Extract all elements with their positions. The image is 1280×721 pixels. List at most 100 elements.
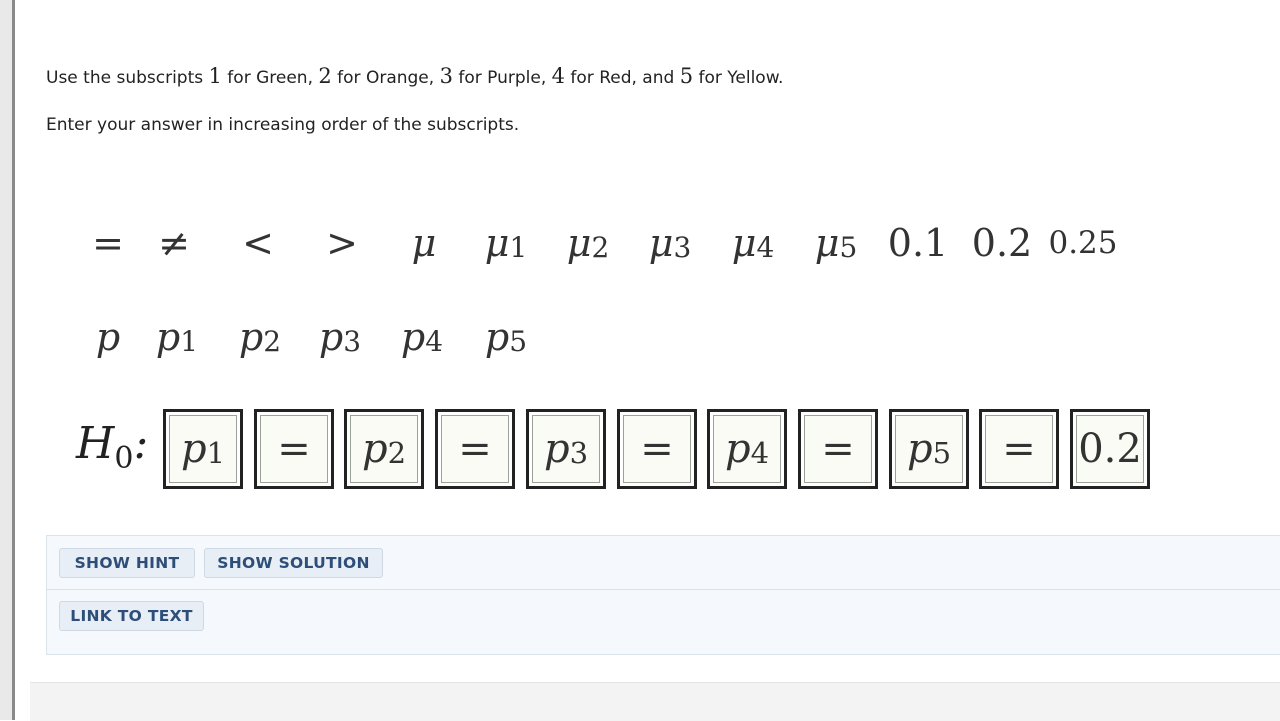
symbol-glyph: p	[238, 315, 264, 359]
help-button-panel: SHOW HINT SHOW SOLUTION LINK TO TEXT	[46, 535, 1280, 655]
subscript-number: 3	[439, 64, 453, 88]
answer-slot-content: p1	[169, 415, 237, 483]
instruction-text: for Red, and	[565, 68, 680, 88]
symbol-glyph: 0.2	[1078, 426, 1142, 472]
mu4-tile[interactable]: μ4	[715, 212, 791, 274]
mu2-tile[interactable]: μ2	[550, 212, 626, 274]
symbol-glyph: p	[95, 315, 121, 359]
subscript-instructions: Use the subscripts 1 for Green, 2 for Or…	[46, 64, 783, 88]
symbol-subscript: 4	[750, 436, 770, 470]
mu5-tile[interactable]: μ5	[798, 212, 874, 274]
subscript-number: 1	[208, 64, 222, 88]
symbol-glyph: μ	[566, 221, 592, 265]
answer-slot[interactable]: p1	[163, 409, 243, 489]
instruction-text: Use the subscripts	[46, 68, 209, 88]
symbol-glyph: =	[458, 426, 492, 472]
subscript-number: 2	[318, 64, 332, 88]
symbol-subscript: 4	[756, 230, 775, 264]
answer-slot-content: p2	[350, 415, 418, 483]
instruction-text: for Orange,	[331, 68, 440, 88]
answer-slot[interactable]: =	[254, 409, 334, 489]
value-0-2-tile[interactable]: 0.2	[964, 212, 1040, 274]
left-frame-border	[0, 0, 15, 720]
answer-slot-content: =	[804, 415, 872, 483]
symbol-glyph: <	[242, 221, 274, 265]
symbol-glyph: μ	[731, 221, 757, 265]
symbol-subscript: 1	[206, 436, 226, 470]
symbol-glyph: p	[180, 426, 207, 472]
symbol-subscript: 3	[343, 324, 362, 358]
symbol-glyph: p	[543, 426, 570, 472]
answer-slot-content: p3	[532, 415, 600, 483]
answer-slot[interactable]: =	[617, 409, 697, 489]
p1-tile[interactable]: p1	[139, 306, 215, 368]
symbol-glyph: p	[318, 315, 344, 359]
symbol-subscript: 3	[569, 436, 589, 470]
not-equals-tile[interactable]: ≠	[136, 212, 212, 274]
answer-slot-content: =	[441, 415, 509, 483]
answer-slot[interactable]: =	[979, 409, 1059, 489]
symbol-subscript: 5	[839, 230, 858, 264]
symbol-glyph: =	[1002, 426, 1036, 472]
answer-slot[interactable]: p3	[526, 409, 606, 489]
symbol-glyph: p	[361, 426, 388, 472]
answer-slot[interactable]: p2	[344, 409, 424, 489]
equals-tile[interactable]: =	[70, 212, 146, 274]
symbol-subscript: 2	[387, 436, 407, 470]
p-tile[interactable]: p	[70, 306, 146, 368]
instruction-text: for Green,	[221, 68, 319, 88]
bottom-bar	[30, 682, 1280, 721]
less-than-tile[interactable]: <	[220, 212, 296, 274]
answer-slot-content: =	[985, 415, 1053, 483]
panel-divider	[47, 589, 1280, 590]
p3-tile[interactable]: p3	[302, 306, 378, 368]
symbol-glyph: p	[484, 315, 510, 359]
symbol-glyph: >	[326, 221, 358, 265]
value-0-1-tile[interactable]: 0.1	[880, 212, 956, 274]
value-0-25-tile[interactable]: 0.25	[1045, 212, 1121, 274]
symbol-glyph: p	[400, 315, 426, 359]
answer-slot-content: p5	[895, 415, 963, 483]
symbol-glyph: =	[277, 426, 311, 472]
subscript-number: 5	[679, 64, 694, 88]
answer-slot-content: 0.2	[1076, 415, 1144, 483]
symbol-glyph: =	[92, 221, 124, 265]
symbol-glyph: =	[821, 426, 855, 472]
answer-slot-content: =	[623, 415, 691, 483]
symbol-subscript: 4	[425, 324, 444, 358]
order-instructions: Enter your answer in increasing order of…	[46, 115, 520, 135]
mu1-tile[interactable]: μ1	[468, 212, 544, 274]
symbol-glyph: μ	[814, 221, 840, 265]
symbol-glyph: p	[906, 426, 933, 472]
symbol-subscript: 1	[509, 230, 528, 264]
mu-tile[interactable]: μ	[386, 212, 462, 274]
answer-slot[interactable]: p4	[707, 409, 787, 489]
answer-slot[interactable]: =	[798, 409, 878, 489]
symbol-glyph: μ	[411, 221, 437, 265]
p4-tile[interactable]: p4	[384, 306, 460, 368]
symbol-glyph: 0.25	[1048, 225, 1118, 261]
greater-than-tile[interactable]: >	[304, 212, 380, 274]
symbol-glyph: 0.2	[971, 221, 1033, 265]
symbol-subscript: 5	[509, 324, 528, 358]
show-solution-button[interactable]: SHOW SOLUTION	[204, 548, 383, 578]
answer-slot[interactable]: 0.2	[1070, 409, 1150, 489]
symbol-glyph: ≠	[158, 221, 190, 265]
p5-tile[interactable]: p5	[468, 306, 544, 368]
show-hint-button[interactable]: SHOW HINT	[59, 548, 195, 578]
p2-tile[interactable]: p2	[222, 306, 298, 368]
mu3-tile[interactable]: μ3	[632, 212, 708, 274]
subscript-number: 4	[551, 64, 566, 88]
answer-slot[interactable]: p5	[889, 409, 969, 489]
symbol-glyph: 0.1	[887, 221, 949, 265]
symbol-glyph: p	[155, 315, 181, 359]
symbol-glyph: μ	[484, 221, 510, 265]
link-to-text-button[interactable]: LINK TO TEXT	[59, 601, 204, 631]
answer-slot-content: =	[260, 415, 328, 483]
symbol-subscript: 5	[932, 436, 952, 470]
null-hypothesis-label: H0:	[76, 418, 149, 476]
instruction-text: for Purple,	[452, 68, 552, 88]
symbol-subscript: 2	[591, 230, 610, 264]
symbol-subscript: 2	[263, 324, 282, 358]
answer-slot[interactable]: =	[435, 409, 515, 489]
